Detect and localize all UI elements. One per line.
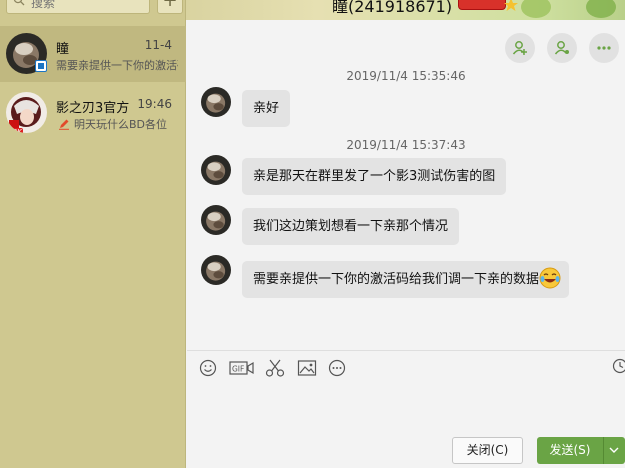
avatar [201, 255, 231, 285]
message-timestamp: 2019/11/4 15:35:46 [346, 69, 466, 83]
add-contact-button[interactable]: + [157, 0, 183, 14]
conversation-time: 11-4 [144, 38, 172, 52]
add-friend-icon [512, 41, 527, 55]
message-timestamp: 2019/11/4 15:37:43 [346, 138, 466, 152]
avatar [201, 87, 231, 117]
chat-panel: 2019/11/4 15:35:46 亲好 2019/11/4 15:37:43… [187, 20, 625, 468]
history-icon[interactable] [611, 358, 625, 374]
conversation-preview: 明天玩什么BD各位 [74, 118, 168, 131]
image-icon[interactable] [297, 358, 317, 378]
avatar [201, 155, 231, 185]
conversation-time: 19:46 [137, 97, 172, 111]
pencil-icon [59, 119, 69, 130]
chevron-down-icon [609, 447, 619, 453]
message-bubble: 我们这边策划想看一下亲那个情况 [242, 208, 460, 245]
game-logo-tag: 3K [12, 128, 24, 133]
send-options-button[interactable] [603, 437, 625, 464]
conversation-preview: 需要亲提供一下你的激活码给我们调一下亲的数据 [56, 59, 178, 72]
avatar [201, 205, 231, 235]
send-button[interactable]: 发送(S) [537, 437, 603, 464]
message-bubble: 亲好 [242, 90, 291, 127]
invite-icon [554, 41, 569, 55]
svg-text:GIF: GIF [232, 365, 244, 374]
decoration-leaf [521, 0, 551, 18]
add-friend-button[interactable] [505, 33, 535, 63]
conversation-item[interactable]: 瞳 11-4 需要亲提供一下你的激活码给我们调一下亲的数据 [0, 26, 186, 82]
conversation-name: 瞳 [56, 42, 70, 57]
search-box[interactable] [6, 0, 150, 14]
chat-bubble-icon[interactable] [327, 358, 347, 378]
message-text: 需要亲提供一下你的激活码给我们调一下亲的数据 [253, 272, 540, 287]
chat-actions [505, 33, 625, 65]
star-icon [504, 0, 518, 11]
conversation-name: 影之刃3官方 [56, 101, 130, 116]
close-button[interactable]: 关闭(C) [452, 437, 523, 464]
more-icon [597, 46, 611, 50]
phone-online-icon [35, 60, 47, 72]
chat-title: 瞳(241918671) [332, 0, 453, 16]
invite-button[interactable] [547, 33, 577, 63]
search-icon [13, 0, 25, 6]
more-button[interactable] [589, 33, 619, 63]
input-divider [187, 350, 625, 351]
search-input[interactable] [31, 0, 143, 13]
conversation-sidebar: + 瞳 11-4 需要亲提供一下你的激活码给我们调一下亲的数据 3K [0, 0, 186, 468]
chat-header: 瞳(241918671) [186, 0, 625, 20]
emoji-icon[interactable] [199, 358, 217, 378]
conversation-item[interactable]: 3K 影之刃3官方 19:46 明天玩什么BD各位 [0, 85, 186, 141]
message-bubble: 亲是那天在群里发了一个影3测试伤害的图 [242, 158, 507, 195]
decoration-leaf [586, 0, 616, 18]
gif-icon[interactable]: GIF [229, 358, 255, 378]
avatar: 3K [6, 92, 47, 133]
vip-badge-icon[interactable] [458, 0, 506, 10]
message-bubble: 需要亲提供一下你的激活码给我们调一下亲的数据 [242, 261, 570, 298]
scissors-icon[interactable] [265, 358, 285, 378]
laughing-emoji-icon [539, 267, 561, 288]
